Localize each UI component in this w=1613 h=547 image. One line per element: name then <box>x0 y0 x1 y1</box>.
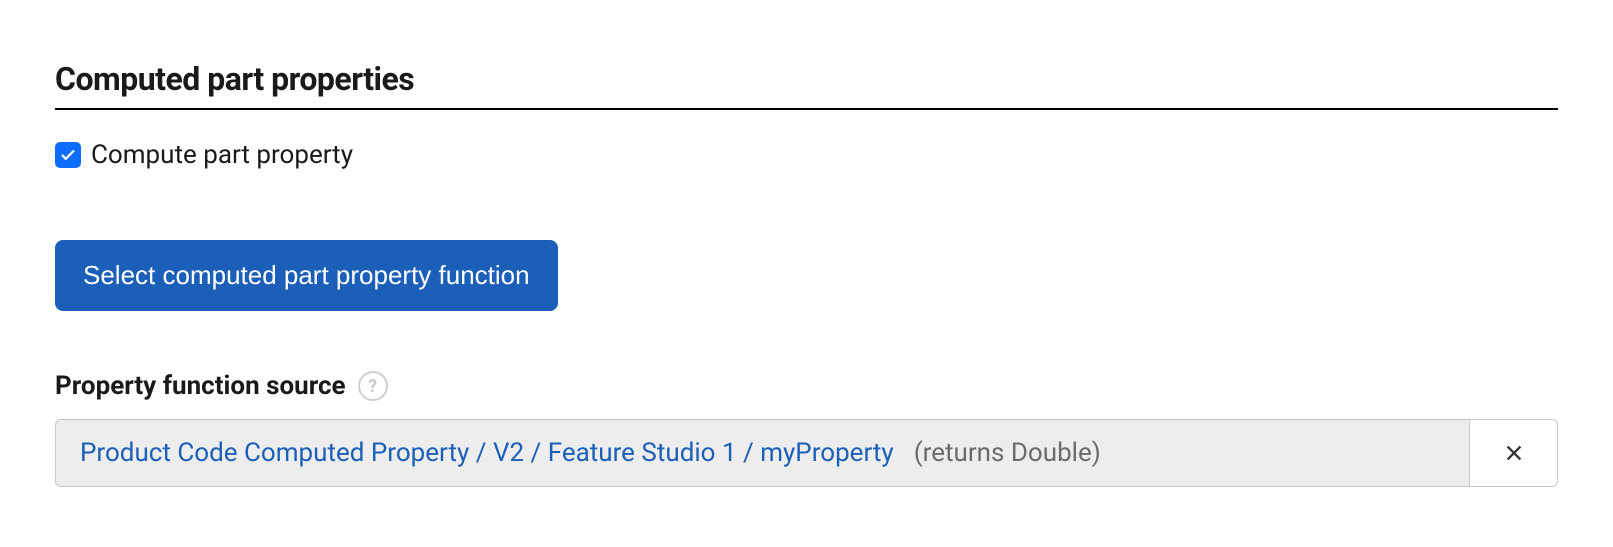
check-icon <box>59 146 77 164</box>
help-icon[interactable]: ? <box>358 371 388 401</box>
field-label-row: Property function source ? <box>55 371 1558 401</box>
clear-source-button[interactable] <box>1470 419 1558 487</box>
checkbox-label: Compute part property <box>91 140 353 170</box>
source-box: Product Code Computed Property / V2 / Fe… <box>55 419 1470 487</box>
section-title: Computed part properties <box>55 60 1558 110</box>
checkbox-row: Compute part property <box>55 140 1558 170</box>
field-label: Property function source <box>55 371 346 401</box>
source-path-link[interactable]: Product Code Computed Property / V2 / Fe… <box>80 438 894 468</box>
source-row: Product Code Computed Property / V2 / Fe… <box>55 419 1558 487</box>
select-function-button[interactable]: Select computed part property function <box>55 240 558 311</box>
source-return-type: (returns Double) <box>914 438 1101 468</box>
compute-property-checkbox[interactable] <box>55 142 81 168</box>
close-icon <box>1503 442 1525 464</box>
